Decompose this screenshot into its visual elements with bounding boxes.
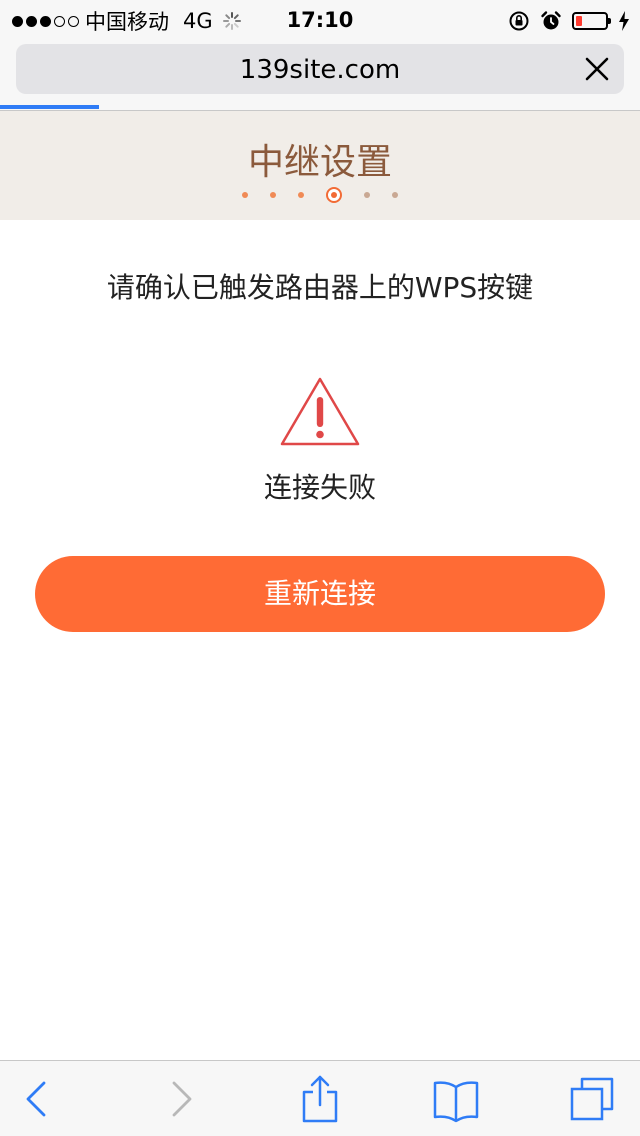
- page-header: 中继设置: [0, 111, 640, 220]
- tabs-icon[interactable]: [568, 1075, 616, 1123]
- screen: 中国移动 4G 17:10 139site.com 中继设置 请确认已触发路由器…: [0, 0, 640, 1136]
- battery-icon: [572, 12, 611, 30]
- page-load-progress: [0, 105, 100, 109]
- step-dot: [392, 192, 398, 198]
- step-dot-current: [326, 187, 342, 203]
- status-right: [508, 8, 630, 34]
- step-indicator: [0, 187, 640, 203]
- connection-status-text: 连接失败: [263, 471, 376, 504]
- share-icon[interactable]: [296, 1075, 344, 1123]
- url-text[interactable]: 139site.com: [16, 55, 624, 85]
- step-dot: [298, 192, 304, 198]
- bookmarks-icon[interactable]: [432, 1075, 480, 1123]
- step-dot: [242, 192, 248, 198]
- forward-icon[interactable]: [156, 1075, 204, 1123]
- browser-navigation-bar: 139site.com: [0, 40, 640, 111]
- address-bar[interactable]: 139site.com: [16, 44, 624, 94]
- orientation-lock-icon: [509, 11, 529, 31]
- browser-toolbar: [0, 1060, 640, 1136]
- reconnect-button[interactable]: 重新连接: [35, 556, 605, 632]
- warning-triangle-icon: [280, 377, 360, 446]
- step-dot: [364, 192, 370, 198]
- back-icon[interactable]: [14, 1075, 62, 1123]
- page-title: 中继设置: [247, 142, 392, 183]
- step-dot: [270, 192, 276, 198]
- charging-bolt-icon: [619, 11, 629, 31]
- battery-level: [576, 16, 582, 26]
- close-icon[interactable]: [580, 52, 614, 86]
- instruction-text: 请确认已触发路由器上的WPS按键: [106, 271, 534, 304]
- status-bar: 中国移动 4G 17:10: [0, 0, 640, 40]
- alarm-icon: [541, 11, 561, 30]
